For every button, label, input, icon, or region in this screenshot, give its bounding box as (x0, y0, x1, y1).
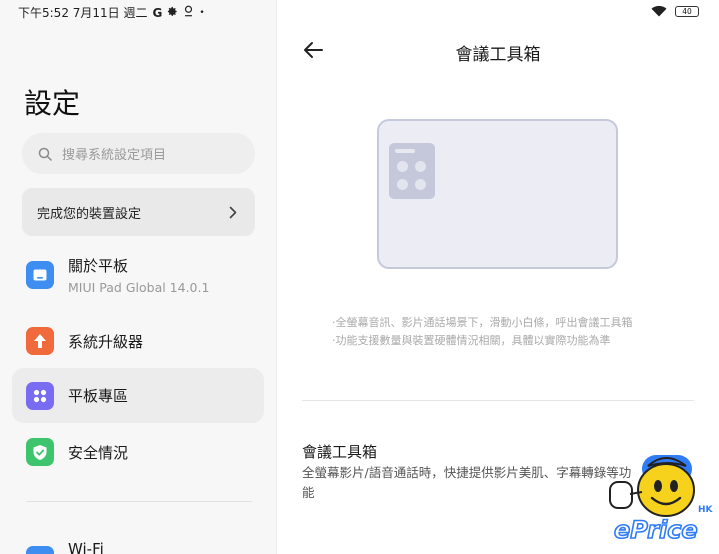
sidebar-section-divider (26, 501, 252, 502)
sidebar-item-about-tablet[interactable]: 關於平板 MIUI Pad Global 14.0.1 (12, 252, 264, 298)
sidebar-item-label: 關於平板 (68, 257, 129, 275)
status-bar-right: 40 (651, 5, 699, 17)
search-input[interactable]: 搜尋系統設定項目 (22, 133, 255, 174)
panel-dot (397, 161, 408, 172)
panel-dot (415, 161, 426, 172)
complete-setup-card[interactable]: 完成您的裝置設定 (22, 188, 255, 236)
dot-icon: • (199, 7, 205, 18)
tablet-icon (26, 261, 54, 289)
toolbox-panel-graphic (389, 143, 435, 199)
watermark-region: HK (698, 505, 714, 515)
feature-title: 會議工具箱 (302, 443, 378, 461)
sidebar-item-subtitle: MIUI Pad Global 14.0.1 (68, 280, 210, 295)
feature-description: 全螢幕影片/語音通話時，快捷提供影片美肌、字幕轉錄等功能 (302, 465, 632, 500)
google-icon: G (152, 5, 163, 20)
status-bar-left: 下午5:52 7月11日 週二 G • (18, 4, 205, 21)
sidebar-item-label: 系統升級器 (68, 332, 144, 351)
eprice-watermark: ePrice HK (606, 452, 718, 552)
search-placeholder: 搜尋系統設定項目 (62, 148, 167, 163)
note-line: ·功能支援數量與裝置硬體情況相關，具體以實際功能為準 (332, 334, 611, 347)
shield-check-icon (26, 438, 54, 466)
watermark-brand: ePrice (614, 516, 698, 544)
sidebar-item-wifi[interactable]: Wi-Fi (26, 540, 104, 554)
page-title: 會議工具箱 (455, 45, 541, 65)
page-title-settings: 設定 (24, 87, 81, 120)
sidebar-item-security[interactable]: 安全情況 (12, 433, 264, 471)
feature-description-notes: ·全螢幕音訊、影片通話場景下，滑動小白條，呼出會議工具箱 ·功能支援數量與裝置硬… (332, 314, 633, 350)
panel-dot (415, 179, 426, 190)
grid-dots-icon (26, 381, 54, 410)
sidebar-item-label: 安全情況 (68, 443, 129, 462)
setup-card-label: 完成您的裝置設定 (37, 206, 142, 222)
wifi-icon (651, 5, 667, 17)
location-icon (183, 5, 194, 20)
panel-dot (397, 179, 408, 190)
sidebar-item-tablet-zone[interactable]: 平板專區 (12, 368, 264, 423)
search-icon (38, 147, 52, 161)
pane-divider (276, 0, 277, 554)
section-divider (302, 400, 694, 401)
sidebar-item-system-updater[interactable]: 系統升級器 (12, 322, 264, 360)
status-time: 下午5:52 7月11日 週二 (18, 6, 148, 20)
wifi-icon (26, 546, 54, 554)
sidebar-item-label: Wi-Fi (68, 540, 104, 554)
arrow-up-icon (26, 327, 54, 355)
chevron-right-icon (229, 206, 237, 218)
gear-icon (167, 6, 178, 20)
battery-icon: 40 (675, 5, 699, 17)
sidebar-item-label: 平板專區 (68, 387, 129, 405)
note-line: ·全螢幕音訊、影片通話場景下，滑動小白條，呼出會議工具箱 (332, 316, 633, 329)
meeting-toolbox-illustration (377, 119, 618, 269)
panel-bar (395, 149, 415, 153)
